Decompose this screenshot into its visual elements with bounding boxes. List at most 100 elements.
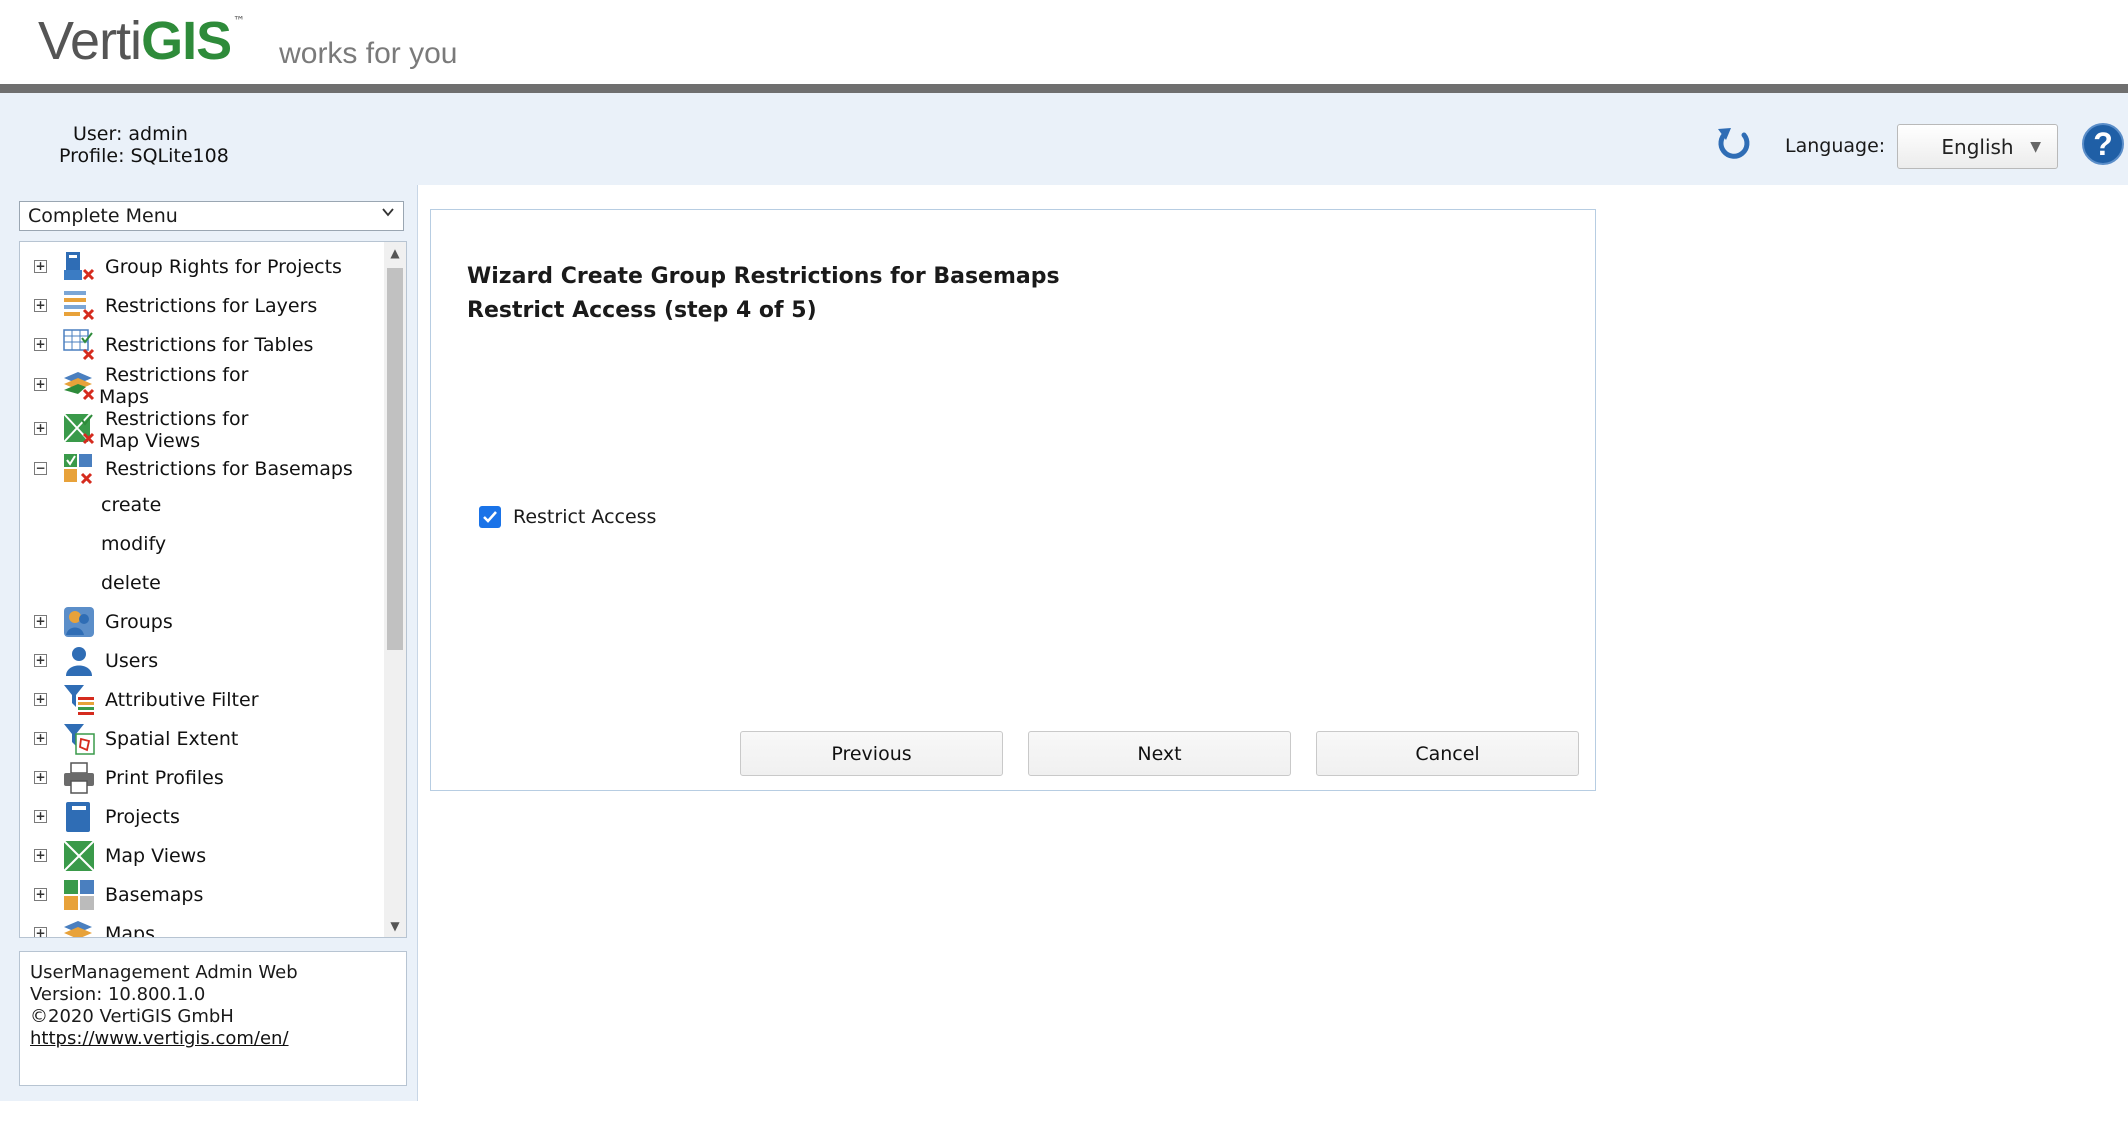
menu-select[interactable]: Complete Menu [19, 201, 404, 231]
tree-panel: + Group Rights for Projects + Restrictio… [19, 241, 407, 938]
expand-icon[interactable]: + [34, 810, 47, 823]
tree-item-label: Restrictions for Map Views [99, 408, 248, 452]
language-select[interactable]: English ▼ [1897, 124, 2058, 169]
language-label: Language: [1785, 135, 1886, 157]
scroll-down-icon[interactable]: ▼ [384, 915, 406, 937]
tree-item-label: Projects [105, 806, 180, 828]
tree-item-maps[interactable]: + Maps [20, 915, 386, 938]
app-version: Version: 10.800.1.0 [30, 984, 206, 1005]
tree-item-label: Maps [105, 923, 155, 938]
users-icon [66, 647, 92, 676]
tree-item-label-line2: Maps [99, 386, 149, 408]
tree-item-label: Basemaps [105, 884, 204, 906]
logo-text-verti: Verti [38, 11, 142, 71]
attributive-filter-icon [64, 685, 94, 715]
tree-scrollbar[interactable]: ▲ ▼ [384, 242, 406, 937]
tree-item-label: Attributive Filter [105, 689, 259, 711]
wizard-panel: Wizard Create Group Restrictions for Bas… [430, 209, 1596, 791]
maps-icon [64, 921, 92, 937]
tree-subitem-modify[interactable]: modify [101, 533, 166, 555]
tree-item-group-rights[interactable]: + Group Rights for Projects [20, 248, 386, 284]
chevron-down-icon: ▼ [2030, 139, 2041, 155]
restrict-access-row[interactable]: Restrict Access [479, 506, 656, 528]
tree-item-label-line2: Map Views [99, 430, 201, 452]
tree-item-groups[interactable]: + Groups [20, 603, 386, 639]
next-button[interactable]: Next [1028, 731, 1291, 776]
tree-item-label-line1: Restrictions for [105, 364, 249, 386]
expand-icon[interactable]: + [34, 299, 47, 312]
app-name: UserManagement Admin Web [30, 962, 298, 983]
tree-item-label: Restrictions for Tables [105, 334, 314, 356]
collapse-icon[interactable]: − [34, 462, 47, 475]
app-info-panel: UserManagement Admin Web Version: 10.800… [19, 951, 407, 1086]
table-restriction-icon [63, 329, 95, 361]
map-restriction-icon [64, 372, 95, 401]
mapview-restriction-icon [63, 413, 95, 445]
restrict-access-label: Restrict Access [513, 506, 657, 528]
tree-item-label: Restrictions for Maps [99, 364, 248, 408]
tree-item-label-line1: Restrictions for [105, 408, 249, 430]
vertigis-logo: Verti GIS ™ works for you [38, 10, 457, 72]
tree-item-restrictions-maps[interactable]: + Restrictions for Maps [20, 364, 386, 408]
tree-item-restrictions-layers[interactable]: + Restrictions for Layers [20, 287, 386, 323]
tree-item-restrictions-tables[interactable]: + Restrictions for Tables [20, 326, 386, 362]
vertigis-link[interactable]: https://www.vertigis.com/en/ [30, 1028, 289, 1049]
restrict-access-checkbox[interactable] [479, 506, 501, 528]
logo-trademark: ™ [233, 14, 246, 28]
wizard-title-line1: Wizard Create Group Restrictions for Bas… [467, 264, 1060, 289]
expand-icon[interactable]: + [34, 378, 47, 391]
tree-item-label: Groups [105, 611, 173, 633]
tree-item-label: Map Views [105, 845, 207, 867]
scrollbar-thumb[interactable] [387, 268, 403, 650]
scroll-up-icon[interactable]: ▲ [384, 242, 406, 264]
tree-item-users[interactable]: + Users [20, 642, 386, 678]
tree-item-label: Print Profiles [105, 767, 224, 789]
tree-subitem-create[interactable]: create [101, 494, 161, 516]
group-rights-icon [64, 252, 95, 281]
tree-item-label: Spatial Extent [105, 728, 239, 750]
expand-icon[interactable]: + [34, 771, 47, 784]
projects-icon [66, 802, 90, 832]
groups-icon [64, 607, 94, 637]
expand-icon[interactable]: + [34, 732, 47, 745]
basemap-restriction-icon [64, 454, 93, 485]
expand-icon[interactable]: + [34, 615, 47, 628]
tree-item-print-profiles[interactable]: + Print Profiles [20, 759, 386, 795]
wizard-step-title: Restrict Access (step 4 of 5) [467, 298, 817, 323]
tree-item-label: Users [105, 650, 159, 672]
cancel-button[interactable]: Cancel [1316, 731, 1579, 776]
tree-item-map-views[interactable]: + Map Views [20, 837, 386, 873]
expand-icon[interactable]: + [34, 693, 47, 706]
expand-icon[interactable]: + [34, 654, 47, 667]
help-icon[interactable]: ? [2082, 123, 2124, 165]
printer-icon [64, 762, 94, 794]
expand-icon[interactable]: + [34, 422, 47, 435]
map-views-icon [63, 840, 95, 872]
help-glyph: ? [2093, 125, 2113, 162]
app-copyright: ©2020 VertiGIS GmbH [30, 1006, 234, 1027]
user-label: User: admin [73, 123, 188, 145]
tree-item-basemaps[interactable]: + Basemaps [20, 876, 386, 912]
tree-item-restrictions-basemaps[interactable]: − Restrictions for Basemaps [20, 450, 386, 486]
checkmark-icon [483, 511, 497, 523]
tree-item-attributive-filter[interactable]: + Attributive Filter [20, 681, 386, 717]
expand-icon[interactable]: + [34, 338, 47, 351]
expand-icon[interactable]: + [34, 888, 47, 901]
layer-restriction-icon [64, 291, 95, 321]
refresh-icon[interactable] [1714, 123, 1754, 163]
profile-label: Profile: SQLite108 [59, 145, 229, 167]
logo-tagline: works for you [279, 37, 458, 70]
previous-button[interactable]: Previous [740, 731, 1003, 776]
basemaps-icon [64, 880, 94, 910]
expand-icon[interactable]: + [34, 849, 47, 862]
tree-item-spatial-extent[interactable]: + Spatial Extent [20, 720, 386, 756]
tree-item-label: Restrictions for Basemaps [105, 458, 353, 480]
menu-select-value: Complete Menu [28, 205, 178, 227]
expand-icon[interactable]: + [34, 260, 47, 273]
spatial-extent-icon [64, 724, 95, 755]
tree-subitem-delete[interactable]: delete [101, 572, 161, 594]
expand-icon[interactable]: + [34, 927, 47, 937]
tree-item-projects[interactable]: + Projects [20, 798, 386, 834]
chevron-down-icon [382, 208, 394, 217]
tree-item-restrictions-mapviews[interactable]: + Restrictions for Map Views [20, 408, 386, 452]
